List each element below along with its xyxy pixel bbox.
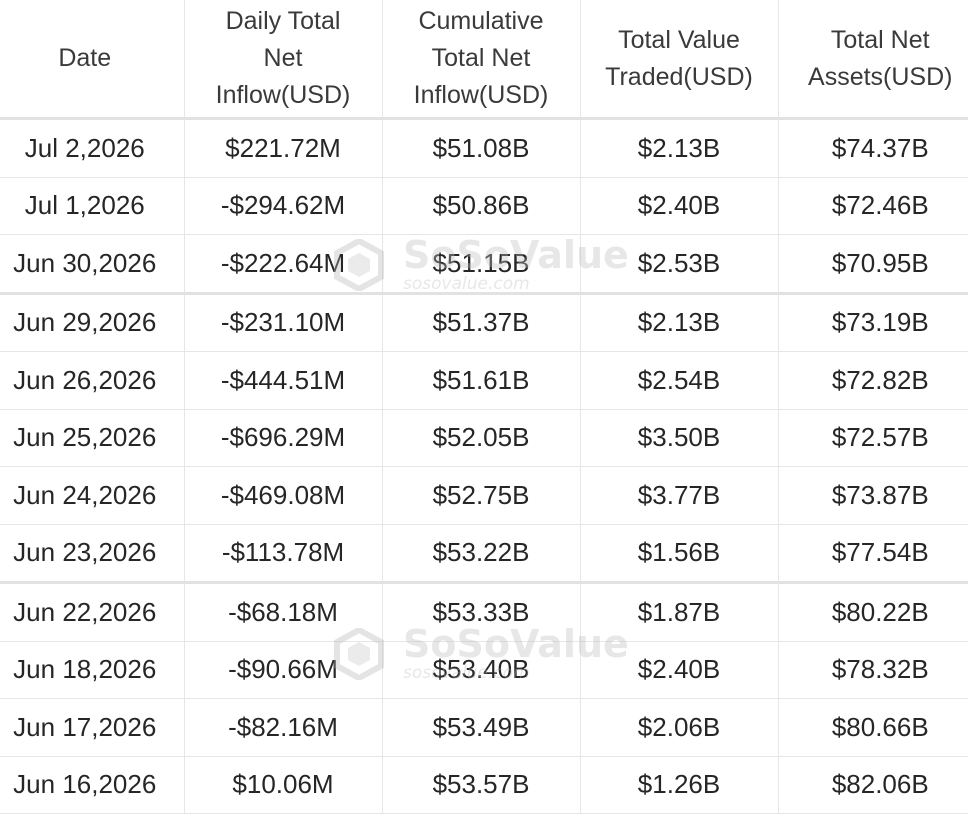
cell-cumulative-net-inflow: $51.37B — [382, 291, 581, 352]
cell-date: Jun 29,2026 — [0, 291, 185, 352]
cell-date: Jun 25,2026 — [0, 409, 185, 467]
header-total-value-traded[interactable]: Total Value Traded(USD) — [580, 0, 779, 120]
cell-cumulative-net-inflow: $53.40B — [382, 641, 581, 699]
header-daily-net-inflow[interactable]: Daily Total Net Inflow(USD) — [184, 0, 383, 120]
cell-cumulative-net-inflow: $51.08B — [382, 118, 581, 178]
cell-total-value-traded: $1.26B — [580, 756, 779, 814]
cell-date: Jul 2,2026 — [0, 118, 185, 178]
cell-total-net-assets: $73.19B — [778, 291, 968, 352]
table-header: Date Daily Total Net Inflow(USD) Cumulat… — [0, 0, 968, 120]
cell-total-net-assets: $70.95B — [778, 234, 968, 294]
cell-daily-net-inflow: -$294.62M — [184, 177, 383, 235]
cell-date: Jun 22,2026 — [0, 581, 185, 642]
cell-daily-net-inflow: $10.06M — [184, 756, 383, 814]
cell-total-net-assets: $72.82B — [778, 351, 968, 410]
cell-date: Jun 23,2026 — [0, 524, 185, 583]
cell-total-net-assets: $78.32B — [778, 641, 968, 699]
cell-daily-net-inflow: -$231.10M — [184, 291, 383, 352]
table-row[interactable]: Jun 23,2026 -$113.78M $53.22B $1.56B $77.54B — [0, 524, 968, 583]
cell-daily-net-inflow: -$90.66M — [184, 641, 383, 699]
cell-total-value-traded: $2.13B — [580, 291, 779, 352]
table-row[interactable]: Jun 16,2026 $10.06M $53.57B $1.26B $82.06B — [0, 756, 968, 814]
cell-total-net-assets: $73.87B — [778, 466, 968, 525]
cell-total-net-assets: $74.37B — [778, 118, 968, 178]
cell-cumulative-net-inflow: $53.33B — [382, 581, 581, 642]
cell-total-net-assets: $72.57B — [778, 409, 968, 467]
cell-cumulative-net-inflow: $52.05B — [382, 409, 581, 467]
cell-date: Jun 30,2026 — [0, 234, 185, 294]
cell-total-value-traded: $2.40B — [580, 177, 779, 235]
table-row[interactable]: Jul 1,2026 -$294.62M $50.86B $2.40B $72.46B — [0, 177, 968, 235]
header-cumulative-net-inflow[interactable]: Cumulative Total Net Inflow(USD) — [382, 0, 581, 120]
cell-total-value-traded: $3.50B — [580, 409, 779, 467]
cell-cumulative-net-inflow: $53.49B — [382, 698, 581, 757]
cell-cumulative-net-inflow: $53.57B — [382, 756, 581, 814]
cell-total-net-assets: $77.54B — [778, 524, 968, 583]
cell-total-value-traded: $1.87B — [580, 581, 779, 642]
cell-date: Jun 17,2026 — [0, 698, 185, 757]
table-row[interactable]: Jun 30,2026 -$222.64M $51.15B $2.53B $70.95B — [0, 234, 968, 294]
cell-cumulative-net-inflow: $51.61B — [382, 351, 581, 410]
cell-total-net-assets: $80.22B — [778, 581, 968, 642]
cell-total-value-traded: $2.13B — [580, 118, 779, 178]
cell-date: Jun 18,2026 — [0, 641, 185, 699]
table-body: Jul 2,2026 $221.72M $51.08B $2.13B $74.37B Ju… — [0, 118, 968, 814]
cell-total-value-traded: $2.06B — [580, 698, 779, 757]
table-row[interactable]: Jun 26,2026 -$444.51M $51.61B $2.54B $72.82B — [0, 351, 968, 410]
cell-total-value-traded: $3.77B — [580, 466, 779, 525]
table-row[interactable]: Jun 25,2026 -$696.29M $52.05B $3.50B $72.57B — [0, 409, 968, 467]
cell-daily-net-inflow: -$696.29M — [184, 409, 383, 467]
cell-cumulative-net-inflow: $53.22B — [382, 524, 581, 583]
etf-flow-table: Date Daily Total Net Inflow(USD) Cumulat… — [0, 0, 968, 814]
table-row[interactable]: Jun 29,2026 -$231.10M $51.37B $2.13B $73.19B — [0, 291, 968, 352]
cell-total-value-traded: $2.54B — [580, 351, 779, 410]
cell-cumulative-net-inflow: $50.86B — [382, 177, 581, 235]
table-row[interactable]: Jun 22,2026 -$68.18M $53.33B $1.87B $80.22B — [0, 581, 968, 642]
cell-daily-net-inflow: -$82.16M — [184, 698, 383, 757]
cell-total-net-assets: $80.66B — [778, 698, 968, 757]
cell-daily-net-inflow: -$444.51M — [184, 351, 383, 410]
cell-total-value-traded: $2.53B — [580, 234, 779, 294]
header-total-net-assets[interactable]: Total Net Assets(USD) — [778, 0, 968, 120]
cell-daily-net-inflow: -$113.78M — [184, 524, 383, 583]
cell-date: Jun 24,2026 — [0, 466, 185, 525]
cell-total-net-assets: $72.46B — [778, 177, 968, 235]
cell-daily-net-inflow: -$469.08M — [184, 466, 383, 525]
table-row[interactable]: Jun 24,2026 -$469.08M $52.75B $3.77B $73.87B — [0, 466, 968, 525]
cell-date: Jun 16,2026 — [0, 756, 185, 814]
table-row[interactable]: Jun 18,2026 -$90.66M $53.40B $2.40B $78.32B — [0, 641, 968, 699]
cell-daily-net-inflow: -$222.64M — [184, 234, 383, 294]
cell-total-value-traded: $1.56B — [580, 524, 779, 583]
table-row[interactable]: Jun 17,2026 -$82.16M $53.49B $2.06B $80.66B — [0, 698, 968, 757]
header-date[interactable]: Date — [0, 0, 185, 120]
cell-daily-net-inflow: $221.72M — [184, 118, 383, 178]
cell-cumulative-net-inflow: $52.75B — [382, 466, 581, 525]
cell-total-value-traded: $2.40B — [580, 641, 779, 699]
table-row[interactable]: Jul 2,2026 $221.72M $51.08B $2.13B $74.37B — [0, 118, 968, 178]
cell-date: Jun 26,2026 — [0, 351, 185, 410]
cell-total-net-assets: $82.06B — [778, 756, 968, 814]
cell-date: Jul 1,2026 — [0, 177, 185, 235]
cell-cumulative-net-inflow: $51.15B — [382, 234, 581, 294]
cell-daily-net-inflow: -$68.18M — [184, 581, 383, 642]
